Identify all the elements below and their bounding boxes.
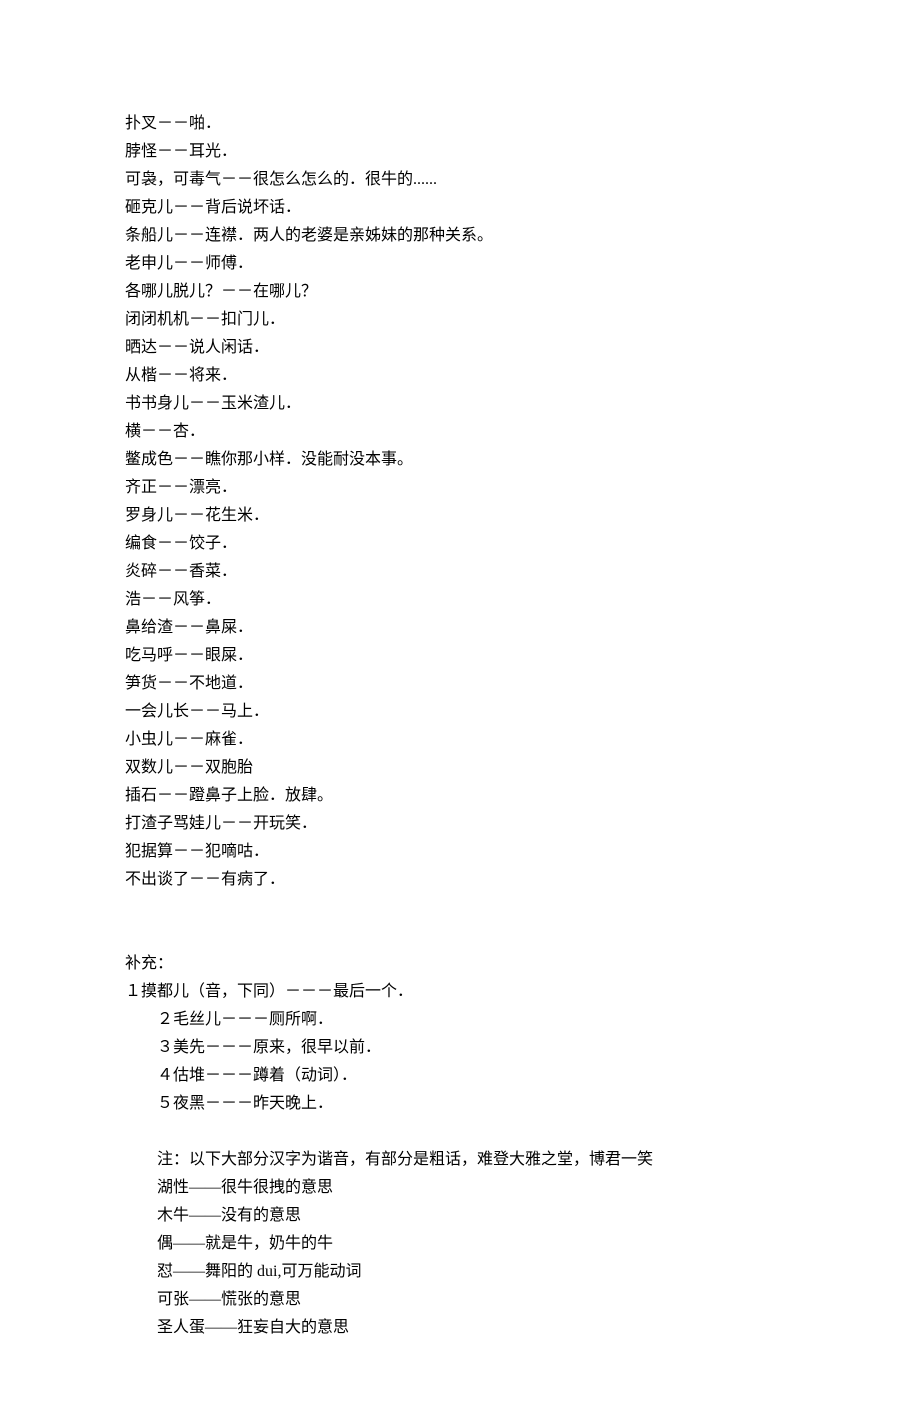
dialect-list: 扑叉－－啪． 脖怪－－耳光． 可袅，可毒气－－很怎么怎么的．很牛的...... …	[125, 110, 795, 894]
dialect-entry: 横－－杏．	[125, 418, 795, 446]
supplement-more-item: 圣人蛋——狂妄自大的意思	[125, 1314, 795, 1342]
dialect-entry: 不出谈了－－有病了．	[125, 866, 795, 894]
dialect-entry: 从楷－－将来．	[125, 362, 795, 390]
dialect-entry: 脖怪－－耳光．	[125, 138, 795, 166]
dialect-entry: 齐正－－漂亮．	[125, 474, 795, 502]
dialect-entry: 小虫儿－－麻雀．	[125, 726, 795, 754]
dialect-entry: 插石－－蹬鼻子上脸．放肆。	[125, 782, 795, 810]
supplement-more-item: 湖性——很牛很拽的意思	[125, 1174, 795, 1202]
dialect-entry: 编食－－饺子．	[125, 530, 795, 558]
dialect-entry: 砸克儿－－背后说坏话．	[125, 194, 795, 222]
dialect-entry: 老申儿－－师傅．	[125, 250, 795, 278]
dialect-entry: 条船儿－－连襟．两人的老婆是亲姊妹的那种关系。	[125, 222, 795, 250]
supplement-more-item: 偶——就是牛，奶牛的牛	[125, 1230, 795, 1258]
dialect-entry: 双数儿－－双胞胎	[125, 754, 795, 782]
dialect-entry: 打渣子骂娃儿－－开玩笑．	[125, 810, 795, 838]
dialect-entry: 浩－－风筝．	[125, 586, 795, 614]
supplement-more-item: 怼——舞阳的 dui,可万能动词	[125, 1258, 795, 1286]
dialect-entry: 晒达－－说人闲话．	[125, 334, 795, 362]
supplement-note: 注：以下大部分汉字为谐音，有部分是粗话，难登大雅之堂，博君一笑	[125, 1146, 795, 1174]
blank-line	[125, 1118, 795, 1146]
dialect-entry: 吃马呼－－眼屎．	[125, 642, 795, 670]
supplement-more-item: 可张——慌张的意思	[125, 1286, 795, 1314]
dialect-entry: 一会儿长－－马上．	[125, 698, 795, 726]
supplement-item: ５夜黑－－－昨天晚上．	[125, 1090, 795, 1118]
blank-line	[125, 894, 795, 922]
dialect-entry: 鳖成色－－瞧你那小样．没能耐没本事。	[125, 446, 795, 474]
dialect-entry: 鼻给渣－－鼻屎．	[125, 614, 795, 642]
dialect-entry: 书书身儿－－玉米渣儿．	[125, 390, 795, 418]
dialect-entry: 炎碎－－香菜．	[125, 558, 795, 586]
supplement-title: 补充：	[125, 950, 795, 978]
dialect-entry: 各哪儿脱儿？－－在哪儿？	[125, 278, 795, 306]
dialect-entry: 犯据算－－犯嘀咕．	[125, 838, 795, 866]
supplement-section: 补充： １摸都儿（音，下同）－－－最后一个． ２毛丝儿－－－厕所啊． ３美先－－…	[125, 950, 795, 1342]
supplement-more-item: 木牛——没有的意思	[125, 1202, 795, 1230]
blank-line	[125, 922, 795, 950]
document-page: 扑叉－－啪． 脖怪－－耳光． 可袅，可毒气－－很怎么怎么的．很牛的...... …	[0, 0, 920, 1422]
supplement-item: ３美先－－－原来，很早以前．	[125, 1034, 795, 1062]
supplement-item: ４估堆－－－蹲着（动词）．	[125, 1062, 795, 1090]
dialect-entry: 笋货－－不地道．	[125, 670, 795, 698]
dialect-entry: 罗身儿－－花生米．	[125, 502, 795, 530]
dialect-entry: 可袅，可毒气－－很怎么怎么的．很牛的......	[125, 166, 795, 194]
dialect-entry: 扑叉－－啪．	[125, 110, 795, 138]
supplement-item: ２毛丝儿－－－厕所啊．	[125, 1006, 795, 1034]
dialect-entry: 闭闭机机－－扣门儿．	[125, 306, 795, 334]
supplement-item: １摸都儿（音，下同）－－－最后一个．	[125, 978, 795, 1006]
